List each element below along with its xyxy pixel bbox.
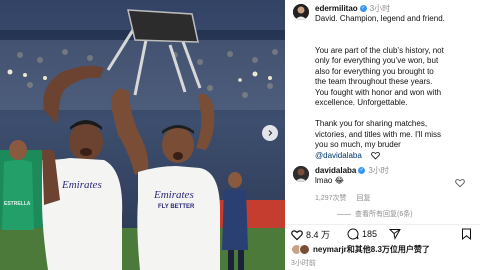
commenter-avatar-image [293, 166, 309, 182]
celebration-photo: Emirates Emirates FLY BETTER ESTRELLA [0, 0, 285, 270]
caption-line-3: You are part of the club’s history, not [315, 45, 444, 55]
view-replies-label: 查看所有回复(6条) [355, 211, 413, 218]
bookmark-icon [462, 228, 471, 240]
jersey-sponsor-right: Emirates [153, 189, 194, 201]
caption-line-8: excellence. Unforgettable. [315, 98, 408, 107]
comment-author-line: davidalaba ✓ 3小时 [315, 166, 389, 176]
laughing-emoji-icon: 😂 [334, 176, 344, 185]
comment-bubble-icon [347, 228, 359, 240]
caption-line-7: You fought with honor and won with [315, 87, 442, 97]
post-action-bar: 8.4 万 185 [285, 224, 480, 243]
comment-time: 3小时 [368, 166, 389, 175]
comment-verified-badge-icon: ✓ [358, 167, 366, 175]
post-author-line: edermilitao ✓ 3小时 [315, 4, 390, 14]
side-sign-text: ESTRELLA [4, 201, 31, 207]
chevron-right-icon [268, 130, 273, 136]
post-details-panel: edermilitao ✓ 3小时 David. Champion, legend … [285, 0, 480, 270]
post-photo: Emirates Emirates FLY BETTER ESTRELLA [0, 0, 285, 270]
commenter-avatar[interactable] [293, 166, 309, 182]
comment-author-username[interactable]: davidalaba [315, 166, 356, 175]
jersey-sponsor-left: Emirates [61, 179, 102, 191]
post-author-username[interactable]: edermilitao [315, 4, 358, 13]
comment-text-content: lmao [315, 176, 333, 185]
paper-plane-icon [389, 229, 401, 240]
author-avatar[interactable] [293, 4, 309, 20]
comment-meta: 1,297次赞 回复 [315, 193, 370, 203]
caption-line-12: you so much, my bruder [315, 140, 401, 149]
caption-line-4: only for everything you’ve won, but [315, 56, 439, 65]
comment-reply-button[interactable]: 回复 [356, 195, 370, 202]
post-timestamp: 3小时前 [291, 260, 316, 267]
caption-line-6: the team throughout these years. [315, 77, 433, 86]
like-button[interactable]: 8.4 万 [291, 228, 330, 241]
comment-text: lmao 😂 [315, 176, 344, 187]
like-count: 8.4 万 [306, 230, 331, 240]
comment-likes[interactable]: 1,297次赞 [315, 195, 347, 202]
likes-summary-text: neymarjr和其他8.3万位用户赞了 [313, 245, 430, 254]
likes-summary[interactable]: neymarjr和其他8.3万位用户赞了 [291, 244, 430, 255]
caption-line-1: David. Champion, legend and friend. [315, 14, 445, 23]
author-avatar-image [293, 4, 309, 20]
caption-mention[interactable]: @davidalaba [315, 151, 362, 162]
share-button[interactable] [389, 228, 401, 240]
liker-avatar-2 [299, 244, 310, 255]
caption-line-10: Thank you for sharing matches, [315, 119, 428, 128]
comment-like-heart-icon[interactable] [455, 178, 465, 188]
replies-divider [337, 213, 351, 215]
post-time: 3小时 [369, 4, 391, 13]
jersey-subtext-right: FLY BETTER [158, 204, 195, 210]
view-replies[interactable]: 查看所有回复(6条) [337, 209, 413, 219]
next-photo-button[interactable] [262, 125, 278, 141]
comment-count: 185 [362, 229, 378, 239]
caption-line-5: also for everything you brought to [315, 66, 434, 76]
save-button[interactable] [461, 228, 472, 240]
comment-button[interactable]: 185 [347, 228, 377, 240]
heart-icon [291, 229, 303, 240]
caption-heart-icon [371, 151, 380, 160]
verified-badge-icon: ✓ [359, 5, 367, 13]
caption-line-11: victories, and titles with me. I'll miss [315, 129, 442, 139]
